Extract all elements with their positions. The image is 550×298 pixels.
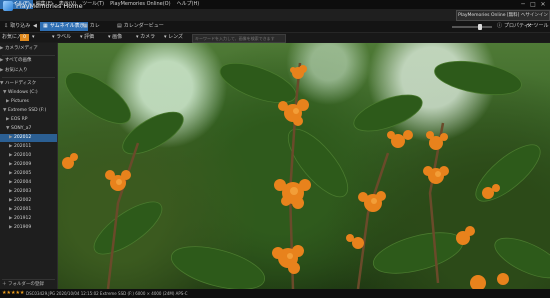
sidebar-item-label: Pictures xyxy=(11,99,29,104)
calendar-short-label: カレ xyxy=(89,23,100,29)
zoom-slider[interactable] xyxy=(452,26,492,28)
sidebar-item-label: ハードディスク xyxy=(5,81,37,86)
sidebar-item-sony-a7[interactable]: ▼ SONY_a7 xyxy=(0,125,63,133)
sidebar-item-folder[interactable]: ▶ 201912 xyxy=(0,215,66,223)
label-filter[interactable]: ▾ ラベル xyxy=(52,33,71,42)
lens-filter[interactable]: ▾ レンズ xyxy=(164,33,183,42)
info-icon: ⓘ xyxy=(497,23,503,29)
sidebar-item-label: 202004 xyxy=(14,180,32,185)
menu-online[interactable]: PlayMemories Online(O) xyxy=(107,0,173,9)
tools-icon: ⚒ xyxy=(527,23,532,29)
photo-viewer[interactable] xyxy=(58,43,550,289)
window-controls: ─ □ ✕ xyxy=(518,0,548,9)
sidebar-item-folder[interactable]: ▶ 202004 xyxy=(0,179,66,187)
sidebar-item-label: 202001 xyxy=(14,207,32,212)
sidebar-item-extreme-ssd[interactable]: ▼ Extreme SSD (F:) xyxy=(0,107,60,115)
sidebar-item-folder[interactable]: ▶ 202001 xyxy=(0,206,66,214)
sidebar-item-label: お気に入り xyxy=(5,68,28,73)
sidebar-item-label: 201912 xyxy=(14,216,32,221)
menu-tools[interactable]: ツール(T) xyxy=(79,0,107,9)
sidebar-item-eos-rp[interactable]: ▶ EOS RP xyxy=(0,116,63,124)
status-bar: ★★★★★ DSC03429.JPG 2020/10/04 12:15:02 E… xyxy=(0,289,550,298)
filter-bar: お気に入り 0 ▾ ▾ ラベル ▾ 評価 ▾ 画像 ▾ カメラ ▾ レンズ キー… xyxy=(0,33,550,43)
favorites-count-badge: 0 xyxy=(20,34,29,41)
sidebar-item-camera-media[interactable]: ▶ カメラ/メディア xyxy=(0,45,57,53)
sidebar-item-label: 202011 xyxy=(14,144,32,149)
favorites-dropdown[interactable]: ▾ xyxy=(32,33,35,42)
sidebar-item-folder[interactable]: ▶ 202005 xyxy=(0,170,66,178)
sidebar-item-label: 202005 xyxy=(14,171,32,176)
osmanthus-photo xyxy=(62,60,550,289)
add-folder-button[interactable]: ＋ フォルダーの登録 xyxy=(2,282,44,288)
import-label: 取り込み xyxy=(10,23,31,29)
import-icon: ⇩ xyxy=(4,23,9,29)
calendar-short-button[interactable]: ▦ カレ xyxy=(80,22,103,31)
image-info: DSC03429.JPG 2020/10/04 12:15:02 Extreme… xyxy=(26,291,188,296)
sidebar: ▶ カメラ/メディア ▶ すべての画像 ▶ お気に入り ▼ ハードディスク ▼ Windo… xyxy=(0,43,58,289)
calendar-view-button[interactable]: ▤ カレンダービュー xyxy=(114,22,167,31)
sidebar-item-label: 202003 xyxy=(14,189,32,194)
sidebar-item-label: 202010 xyxy=(14,153,32,158)
image-filter-label: 画像 xyxy=(112,34,123,40)
app-title: PlayMemories Home xyxy=(16,2,83,10)
camera-filter-label: カメラ xyxy=(140,34,156,40)
sidebar-item-label: EOS RP xyxy=(11,117,28,122)
import-button[interactable]: ⇩ 取り込み xyxy=(1,22,33,31)
sidebar-divider xyxy=(2,279,55,280)
thumbnail-icon: ▦ xyxy=(43,23,48,29)
rating-stars[interactable]: ★★★★★ xyxy=(2,289,24,298)
tools-label: ツール xyxy=(533,23,549,29)
sidebar-item-folder[interactable]: ▶ 202010 xyxy=(0,152,66,160)
search-input[interactable]: キーワードを入力して、画像を検索できます xyxy=(192,34,286,43)
sidebar-item-hard-disk[interactable]: ▼ ハードディスク xyxy=(0,80,57,88)
zoom-slider-thumb[interactable] xyxy=(478,24,482,30)
sidebar-item-folder[interactable]: ▶ 202011 xyxy=(0,143,66,151)
sidebar-item-label: Windows (C:) xyxy=(8,90,38,95)
calendar-view-label: カレンダービュー xyxy=(123,23,164,29)
sidebar-divider xyxy=(2,77,55,78)
maximize-icon[interactable]: □ xyxy=(528,0,538,9)
sidebar-item-favorites[interactable]: ▶ お気に入り xyxy=(0,67,57,75)
sidebar-item-label: 201909 xyxy=(14,225,32,230)
sidebar-item-label: Extreme SSD (F:) xyxy=(8,108,47,113)
minimize-icon[interactable]: ─ xyxy=(518,0,528,9)
add-folder-label: フォルダーの登録 xyxy=(7,282,44,287)
menu-help[interactable]: ヘルプ(H) xyxy=(174,0,203,9)
back-button[interactable]: ◀ xyxy=(30,22,40,31)
close-icon[interactable]: ✕ xyxy=(538,0,548,9)
calendar-grid-icon: ▦ xyxy=(83,23,88,29)
back-arrow-icon: ◀ xyxy=(33,23,37,29)
sidebar-item-label: 202002 xyxy=(14,198,32,203)
sidebar-item-folder[interactable]: ▶ 201909 xyxy=(0,224,66,232)
sidebar-item-folder[interactable]: ▶ 202009 xyxy=(0,161,66,169)
chevron-down-icon: ▾ xyxy=(32,34,35,40)
tools-button[interactable]: ⚒ ツール xyxy=(524,22,550,31)
sidebar-item-label: 202012 xyxy=(14,135,32,140)
sidebar-item-windows-c[interactable]: ▼ Windows (C:) xyxy=(0,89,60,97)
sidebar-item-pictures[interactable]: ▶ Pictures xyxy=(0,98,63,106)
lens-filter-label: レンズ xyxy=(168,34,184,40)
online-signin-button[interactable]: PlayMemories Online [無料] へサインイン xyxy=(456,10,550,21)
evaluation-filter-label: 評価 xyxy=(84,34,95,40)
toolbar: ⇩ 取り込み ◀ ▦ サムネイル表示 ▦ カレ ▤ カレンダービュー ⓘ プロパティー ⚒… xyxy=(0,21,550,33)
calendar-icon: ▤ xyxy=(117,23,122,29)
evaluation-filter[interactable]: ▾ 評価 xyxy=(80,33,94,42)
sidebar-item-label: 202009 xyxy=(14,162,32,167)
sidebar-divider xyxy=(2,55,55,56)
sidebar-item-label: SONY_a7 xyxy=(11,126,32,131)
sidebar-item-folder[interactable]: ▶ 202002 xyxy=(0,197,66,205)
label-filter-label: ラベル xyxy=(56,34,72,40)
sidebar-item-all-images[interactable]: ▶ すべての画像 xyxy=(0,57,57,65)
sidebar-item-folder-selected[interactable]: ▶ 202012 xyxy=(0,134,57,142)
app-logo-icon xyxy=(3,1,13,11)
sidebar-item-label: カメラ/メディア xyxy=(5,46,38,51)
image-filter[interactable]: ▾ 画像 xyxy=(108,33,122,42)
sidebar-item-label: すべての画像 xyxy=(5,58,32,63)
camera-filter[interactable]: ▾ カメラ xyxy=(136,33,155,42)
sidebar-item-folder[interactable]: ▶ 202003 xyxy=(0,188,66,196)
